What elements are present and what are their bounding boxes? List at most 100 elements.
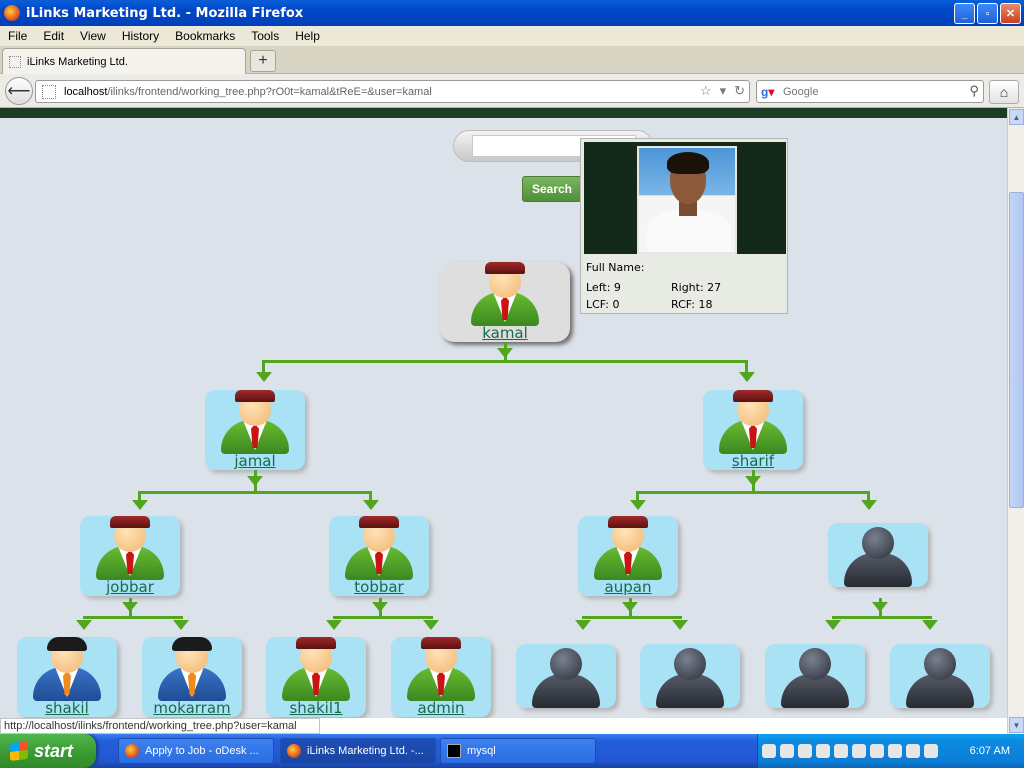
home-icon: ⌂ [999, 84, 1009, 100]
menu-help[interactable]: Help [287, 29, 328, 43]
tree-node-empty[interactable] [765, 644, 865, 708]
tree-node-empty[interactable] [516, 644, 616, 708]
menu-view[interactable]: View [72, 29, 114, 43]
new-tab-button[interactable]: + [250, 50, 276, 72]
arrow-down-icon [739, 372, 755, 382]
tree-node-shakil1[interactable]: shakil1 [266, 637, 366, 717]
empty-slot-icon [530, 644, 602, 708]
arrow-down-icon [872, 602, 888, 612]
tree-node-jobbar[interactable]: jobbar [80, 516, 180, 596]
windows-logo-icon [10, 741, 28, 761]
connector [83, 616, 183, 619]
close-button[interactable]: ✕ [1000, 3, 1021, 24]
start-button[interactable]: start [0, 734, 96, 768]
url-bar-actions: ☆ ▾ ↻ [700, 83, 745, 99]
scroll-down-icon[interactable]: ▼ [1009, 717, 1024, 733]
full-name-label: Full Name: [586, 261, 645, 274]
tree-node-empty[interactable] [828, 523, 928, 587]
clock: 6:07 AM [969, 745, 1010, 757]
arrow-down-icon [247, 476, 263, 486]
url-text[interactable]: localhost/ilinks/frontend/working_tree.p… [64, 86, 432, 98]
tray-icon[interactable] [870, 744, 884, 758]
node-label[interactable]: mokarram [142, 699, 242, 717]
site-identity-icon[interactable] [42, 84, 56, 99]
minimize-button[interactable]: _ [954, 3, 975, 24]
tree-node-tobbar[interactable]: tobbar [329, 516, 429, 596]
tray-icon[interactable] [834, 744, 848, 758]
system-tray: 6:07 AM [757, 734, 1024, 768]
connector [832, 616, 932, 619]
maximize-button[interactable]: ▫ [977, 3, 998, 24]
arrow-down-icon [132, 500, 148, 510]
node-label[interactable]: kamal [440, 324, 570, 342]
url-bar[interactable]: localhost/ilinks/frontend/working_tree.p… [35, 80, 750, 103]
node-label[interactable]: shakil [17, 699, 117, 717]
tray-icon[interactable] [780, 744, 794, 758]
taskbar: start Apply to Job - oDesk ... iLinks Ma… [0, 734, 1024, 768]
tree-node-sharif[interactable]: sharif [703, 390, 803, 470]
menu-bookmarks[interactable]: Bookmarks [167, 29, 243, 43]
vertical-scrollbar[interactable]: ▲ ▼ [1007, 108, 1024, 734]
star-icon[interactable]: ☆ [700, 83, 712, 99]
taskbar-item-label: iLinks Marketing Ltd. -... [307, 745, 424, 757]
tray-icon[interactable] [906, 744, 920, 758]
arrow-down-icon [825, 620, 841, 630]
tray-icon[interactable] [816, 744, 830, 758]
empty-slot-icon [904, 644, 976, 708]
back-button[interactable]: ⟵ [5, 77, 33, 105]
node-label[interactable]: jobbar [80, 578, 180, 596]
connector [138, 491, 372, 494]
node-label[interactable]: jamal [205, 452, 305, 470]
google-icon[interactable]: g ▾ [761, 84, 779, 100]
member-avatar-icon [280, 637, 352, 701]
node-label[interactable]: admin [391, 699, 491, 717]
tab-ilinks[interactable]: iLinks Marketing Ltd. [2, 48, 246, 74]
arrow-down-icon [372, 602, 388, 612]
tree-node-admin[interactable]: admin [391, 637, 491, 717]
menu-file[interactable]: File [0, 29, 35, 43]
tree-node-jamal[interactable]: jamal [205, 390, 305, 470]
magnifier-icon[interactable]: ⚲ [969, 83, 979, 99]
node-label[interactable]: shakil1 [266, 699, 366, 717]
search-bar[interactable]: g▾ ⚲ [756, 80, 984, 103]
tray-icon[interactable] [762, 744, 776, 758]
tree-node-mokarram[interactable]: mokarram [142, 637, 242, 717]
menu-edit[interactable]: Edit [35, 29, 72, 43]
tray-icon[interactable] [924, 744, 938, 758]
taskbar-item-mysql[interactable]: mysql [440, 738, 596, 764]
window-controls: _ ▫ ✕ [954, 3, 1021, 24]
tree-node-root[interactable]: kamal [440, 262, 570, 342]
home-button[interactable]: ⌂ [989, 80, 1019, 104]
dropdown-icon[interactable]: ▾ [720, 83, 727, 99]
member-avatar-icon [94, 516, 166, 580]
scrollbar-thumb[interactable] [1009, 192, 1024, 508]
tree-node-empty[interactable] [890, 644, 990, 708]
member-avatar-icon [156, 637, 228, 701]
node-label[interactable]: sharif [703, 452, 803, 470]
arrow-down-icon [256, 372, 272, 382]
scroll-up-icon[interactable]: ▲ [1009, 109, 1024, 125]
window-titlebar: iLinks Marketing Ltd. - Mozilla Firefox … [0, 0, 1024, 26]
arrow-down-icon [622, 602, 638, 612]
node-label[interactable]: tobbar [329, 578, 429, 596]
menu-history[interactable]: History [114, 29, 167, 43]
arrow-down-icon [497, 348, 513, 358]
search-engine-input[interactable] [783, 85, 943, 98]
tray-icon[interactable] [798, 744, 812, 758]
arrow-down-icon [745, 476, 761, 486]
menu-tools[interactable]: Tools [243, 29, 287, 43]
node-label[interactable]: aupan [578, 578, 678, 596]
tree-node-shakil[interactable]: shakil [17, 637, 117, 717]
tree-node-empty[interactable] [640, 644, 740, 708]
firefox-icon [125, 744, 139, 758]
taskbar-item-odesk[interactable]: Apply to Job - oDesk ... [118, 738, 274, 764]
tray-icon[interactable] [888, 744, 902, 758]
reload-icon[interactable]: ↻ [734, 83, 745, 99]
taskbar-item-ilinks[interactable]: iLinks Marketing Ltd. -... [280, 738, 436, 764]
tray-icon[interactable] [852, 744, 866, 758]
connector [262, 360, 748, 363]
search-button[interactable]: Search [522, 176, 582, 202]
firefox-icon [4, 5, 20, 21]
arrow-down-icon [423, 620, 439, 630]
tree-node-aupan[interactable]: aupan [578, 516, 678, 596]
